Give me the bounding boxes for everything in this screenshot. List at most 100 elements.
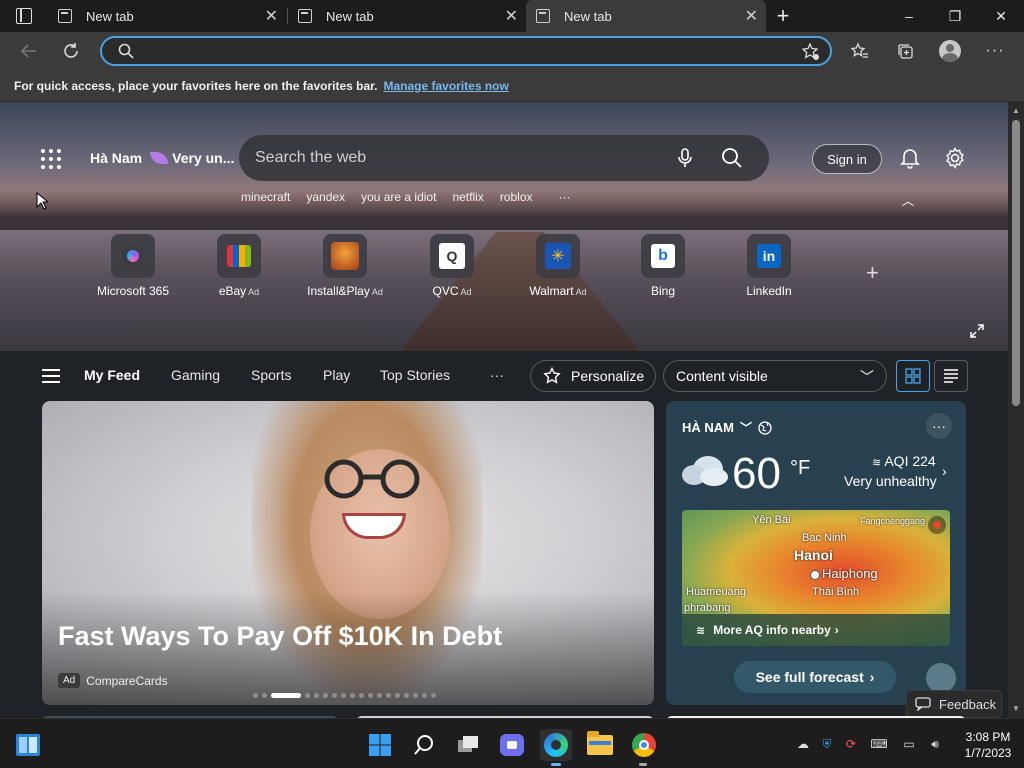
carousel-dot[interactable] [404, 693, 409, 698]
close-tab-2-button[interactable]: ✕ [505, 6, 518, 26]
collections-button[interactable] [890, 36, 920, 66]
more-aq-info-link[interactable]: ≋ More AQ info nearby › [682, 614, 950, 646]
volume-icon[interactable]: 🔊︎ [926, 735, 944, 753]
feed-more-button[interactable]: ··· [490, 367, 504, 383]
carousel-dot[interactable] [422, 693, 427, 698]
close-tab-1-button[interactable]: ✕ [265, 6, 278, 26]
carousel-dot[interactable] [386, 693, 391, 698]
feed-tab-gaming[interactable]: Gaming [171, 367, 220, 383]
manage-favorites-link[interactable]: Manage favorites now [383, 79, 508, 93]
search-icon[interactable] [721, 147, 743, 169]
weather-more-button[interactable]: ··· [926, 413, 952, 439]
carousel-dot[interactable] [413, 693, 418, 698]
settings-more-button[interactable]: ··· [980, 36, 1010, 66]
list-layout-button[interactable] [934, 360, 968, 392]
feed-tab-play[interactable]: Play [323, 367, 350, 383]
carousel-dot-active[interactable] [271, 693, 301, 698]
scroll-up-arrow-icon[interactable]: ▲ [1012, 106, 1020, 115]
microphone-icon[interactable] [677, 148, 693, 168]
address-bar[interactable] [100, 36, 832, 66]
refresh-button[interactable] [56, 36, 86, 66]
sign-in-button[interactable]: Sign in [812, 144, 882, 174]
location-weather-pill[interactable]: Hà Nam Very un... [90, 150, 234, 166]
sync-alert-icon[interactable]: ⟳ [842, 735, 860, 753]
add-favorite-icon[interactable] [802, 43, 820, 61]
quick-link-ebay[interactable]: eBay Ad [184, 234, 294, 298]
menu-hamburger-icon[interactable] [42, 369, 60, 383]
carousel-dot[interactable] [253, 693, 258, 698]
page-settings-gear-icon[interactable] [943, 146, 967, 170]
content-visibility-dropdown[interactable]: Content visible ﹀ [663, 360, 887, 392]
carousel-dot[interactable] [377, 693, 382, 698]
trending-item[interactable]: yandex [306, 190, 345, 204]
close-tab-3-button[interactable]: ✕ [745, 6, 758, 26]
display-icon[interactable]: ▭ [900, 735, 918, 753]
carousel-dot[interactable] [305, 693, 310, 698]
vertical-scrollbar[interactable]: ▲ ▼ [1008, 102, 1024, 718]
file-explorer-icon[interactable] [584, 729, 616, 761]
chevron-right-icon[interactable]: › [942, 463, 947, 479]
carousel-dot[interactable] [395, 693, 400, 698]
temperature-unit[interactable]: °F [790, 457, 810, 480]
chrome-icon[interactable] [628, 729, 660, 761]
add-quick-link-button[interactable]: + [866, 260, 879, 286]
address-input[interactable] [142, 42, 782, 60]
taskbar-search-icon[interactable] [408, 729, 440, 761]
close-window-button[interactable]: ✕ [978, 0, 1024, 32]
system-clock[interactable]: 3:08 PM 1/7/2023 [958, 729, 1018, 761]
security-shield-icon[interactable]: ⛨ [818, 735, 836, 753]
windows-start-icon[interactable] [364, 729, 396, 761]
apps-launcher-icon[interactable] [40, 148, 62, 170]
quick-link-microsoft-365[interactable]: Microsoft 365 [78, 234, 188, 298]
keyboard-icon[interactable]: ⌨ [870, 735, 888, 753]
carousel-dot[interactable] [359, 693, 364, 698]
carousel-dot[interactable] [332, 693, 337, 698]
weather-location[interactable]: HÀ NAM ﹀ [682, 419, 772, 436]
more-trending-button[interactable]: ··· [559, 190, 571, 204]
collapse-chevron-up-icon[interactable]: ︿ [902, 192, 914, 209]
favorites-button[interactable] [845, 36, 875, 66]
quick-link-qvc[interactable]: Q QVC Ad [397, 234, 507, 298]
feed-tab-top-stories[interactable]: Top Stories [380, 367, 450, 383]
notifications-bell-icon[interactable] [898, 146, 922, 170]
minimize-button[interactable]: – [886, 0, 932, 32]
see-full-forecast-button[interactable]: See full forecast › [734, 661, 896, 693]
edge-browser-icon[interactable] [540, 729, 572, 761]
quick-link-linkedin[interactable]: in LinkedIn [714, 234, 824, 298]
feed-tab-sports[interactable]: Sports [251, 367, 291, 383]
quick-link-install-play[interactable]: Install&Play Ad [290, 234, 400, 298]
featured-article-card[interactable]: Fast Ways To Pay Off $10K In Debt Ad Com… [42, 401, 654, 705]
carousel-dot[interactable] [431, 693, 436, 698]
quick-link-walmart[interactable]: ✳ Walmart Ad [503, 234, 613, 298]
teams-chat-icon[interactable] [496, 729, 528, 761]
expand-background-icon[interactable] [970, 324, 984, 338]
web-search-input[interactable] [255, 148, 645, 168]
quick-link-bing[interactable]: b Bing [608, 234, 718, 298]
weather-avatar-icon[interactable] [926, 663, 956, 693]
aqi-value[interactable]: ≋ AQI 224 [872, 453, 936, 469]
carousel-dot[interactable] [368, 693, 373, 698]
feedback-button[interactable]: Feedback [906, 690, 1002, 718]
back-button[interactable] [14, 36, 44, 66]
scroll-down-arrow-icon[interactable]: ▼ [1012, 704, 1020, 713]
carousel-dot[interactable] [323, 693, 328, 698]
profile-button[interactable] [935, 36, 965, 66]
grid-layout-button[interactable] [896, 360, 930, 392]
personalize-button[interactable]: Personalize [530, 360, 656, 392]
tab-1[interactable]: New tab ✕ [48, 0, 286, 32]
air-quality-map[interactable]: Yên Bái Fangchenggang Bac Ninh Hanoi Hai… [682, 510, 950, 646]
web-search-box[interactable] [239, 135, 769, 181]
task-view-icon[interactable] [452, 729, 484, 761]
carousel-dot[interactable] [341, 693, 346, 698]
carousel-dot[interactable] [262, 693, 267, 698]
network-off-icon[interactable]: ☁ [794, 735, 812, 753]
tab-2[interactable]: New tab ✕ [288, 0, 526, 32]
new-tab-button[interactable]: + [772, 3, 794, 29]
feed-tab-my-feed[interactable]: My Feed [84, 367, 140, 383]
trending-item[interactable]: netflix [452, 190, 483, 204]
tab-actions-icon[interactable] [16, 8, 32, 24]
trending-item[interactable]: roblox [500, 190, 533, 204]
tab-3-active[interactable]: New tab ✕ [526, 0, 766, 32]
scrollbar-thumb[interactable] [1012, 120, 1020, 406]
widgets-icon[interactable] [12, 729, 44, 761]
